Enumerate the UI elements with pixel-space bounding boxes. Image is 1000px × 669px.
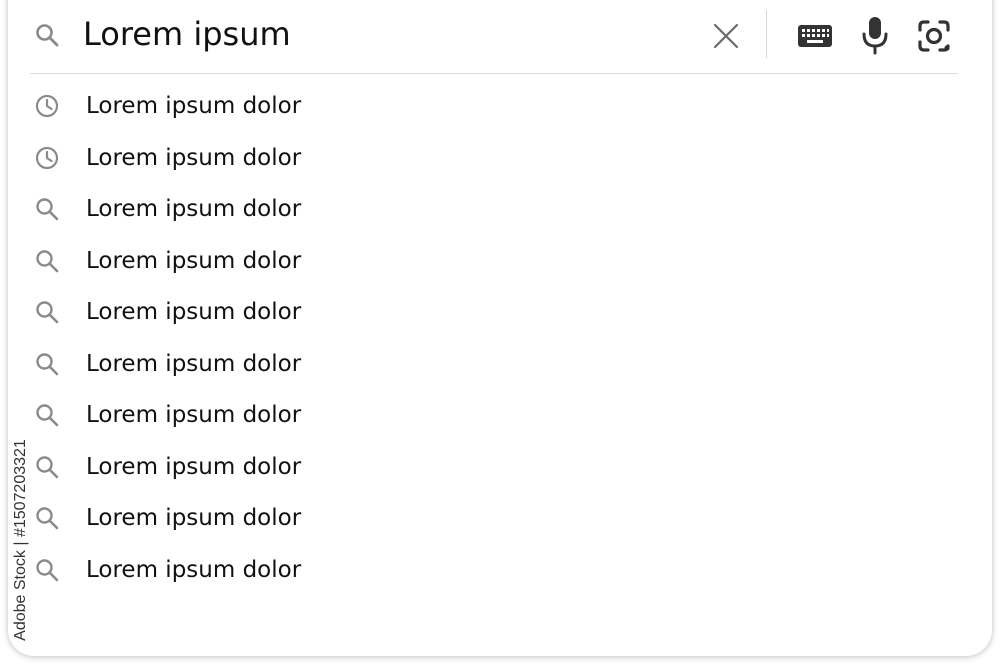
suggestion-label: Lorem ipsum dolor	[86, 247, 302, 274]
search-icon	[36, 249, 59, 272]
suggestion-label: Lorem ipsum dolor	[86, 556, 302, 583]
suggestion-label: Lorem ipsum dolor	[86, 402, 302, 428]
history-icon	[35, 94, 59, 118]
suggestion-label: Lorem ipsum dolor	[86, 453, 302, 480]
toolbar-divider	[766, 10, 767, 58]
suggestion-item[interactable]: Lorem ipsum dolor	[0, 493, 1000, 545]
microphone-icon	[862, 17, 888, 55]
search-icon	[36, 301, 59, 324]
suggestion-item[interactable]: Lorem ipsum dolor	[0, 545, 1000, 597]
suggestion-label: Lorem ipsum dolor	[86, 196, 302, 222]
search-divider	[30, 73, 958, 74]
keyboard-icon	[798, 25, 832, 47]
suggestion-item[interactable]: Lorem ipsum dolor	[0, 339, 1000, 391]
watermark-text: Adobe Stock | #1507203321	[12, 439, 29, 641]
suggestion-item[interactable]: Lorem ipsum dolor	[0, 390, 1000, 442]
voice-search-button[interactable]	[858, 14, 892, 56]
stage: Lorem ipsum Lorem ipsum dolor Lorem ipsu…	[0, 0, 1000, 669]
search-bar: Lorem ipsum	[0, 0, 1000, 72]
search-icon	[36, 198, 59, 221]
suggestion-item[interactable]: Lorem ipsum dolor	[0, 287, 1000, 339]
stock-watermark: Adobe Stock | #1507203321	[4, 424, 38, 656]
search-icon	[36, 352, 59, 375]
history-icon	[35, 146, 59, 169]
suggestion-list: Lorem ipsum dolor Lorem ipsum dolor Lore…	[0, 81, 1000, 596]
suggestion-item[interactable]: Lorem ipsum dolor	[0, 236, 1000, 288]
search-input[interactable]: Lorem ipsum	[83, 12, 291, 56]
clear-button[interactable]	[708, 18, 744, 54]
suggestion-item[interactable]: Lorem ipsum dolor	[0, 81, 1000, 133]
suggestion-label: Lorem ipsum dolor	[86, 350, 302, 377]
search-icon	[36, 24, 59, 47]
suggestion-item[interactable]: Lorem ipsum dolor	[0, 442, 1000, 494]
suggestion-label: Lorem ipsum dolor	[86, 93, 302, 119]
suggestion-item[interactable]: Lorem ipsum dolor	[0, 133, 1000, 185]
close-icon	[713, 23, 739, 49]
keyboard-button[interactable]	[796, 18, 834, 54]
suggestion-label: Lorem ipsum dolor	[86, 299, 302, 325]
lens-search-button[interactable]	[914, 16, 954, 56]
suggestion-label: Lorem ipsum dolor	[86, 144, 302, 171]
suggestion-label: Lorem ipsum dolor	[86, 505, 302, 531]
suggestion-item[interactable]: Lorem ipsum dolor	[0, 184, 1000, 236]
camera-lens-icon	[918, 20, 950, 52]
